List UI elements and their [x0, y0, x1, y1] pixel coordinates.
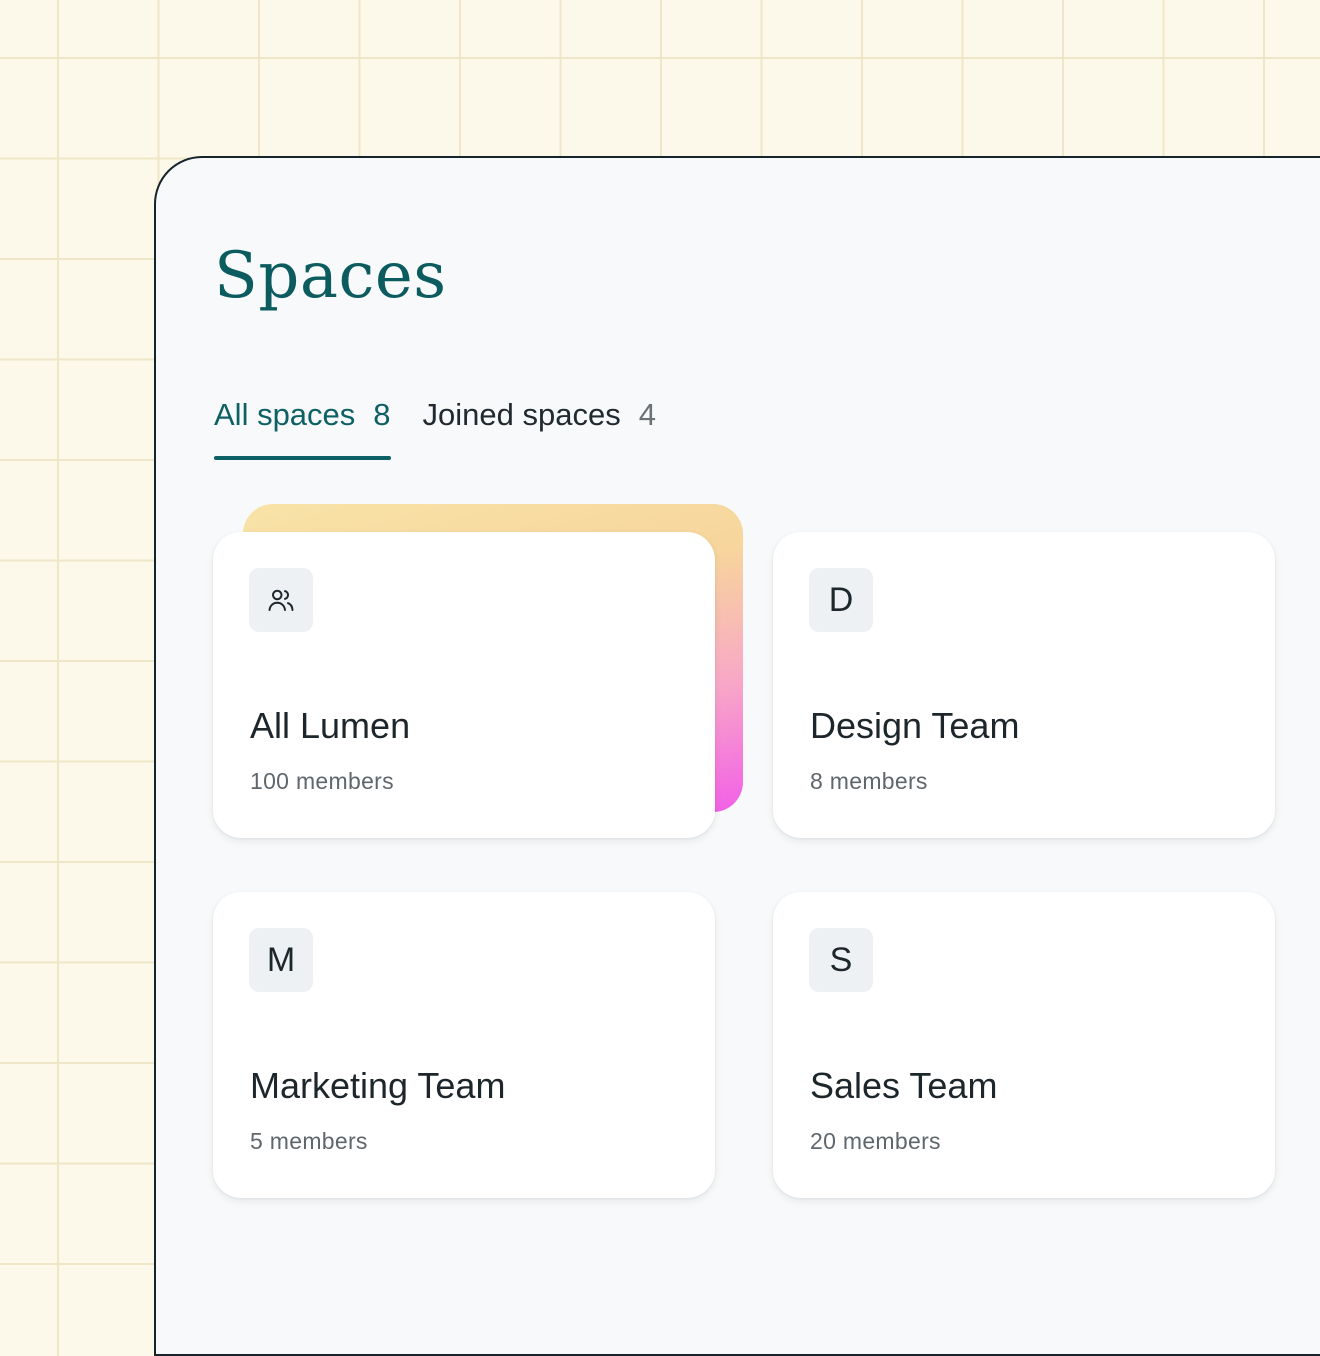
space-avatar: M — [249, 928, 313, 992]
tab-label: Joined spaces — [422, 397, 621, 432]
tab-all-spaces[interactable]: All spaces 8 — [214, 390, 391, 460]
tab-count: 8 — [373, 397, 391, 432]
space-avatar: S — [809, 928, 873, 992]
space-name: All Lumen — [250, 705, 411, 746]
space-avatar: D — [809, 568, 873, 632]
spaces-panel: Spaces All spaces 8 Joined spaces 4 All Lu… — [154, 156, 1320, 1356]
space-card-marketing-team[interactable]: M Marketing Team 5 members — [213, 892, 715, 1198]
space-name: Marketing Team — [250, 1065, 506, 1106]
member-count: 5 members — [250, 1128, 368, 1154]
space-card-design-team[interactable]: D Design Team 8 members — [773, 532, 1275, 838]
page-title: Spaces — [214, 239, 447, 313]
member-count: 20 members — [810, 1128, 941, 1154]
tab-bar: All spaces 8 Joined spaces 4 — [214, 390, 656, 460]
tab-count: 4 — [638, 397, 656, 432]
space-card-all-lumen[interactable]: All Lumen 100 members — [213, 532, 715, 838]
tab-label: All spaces — [214, 397, 356, 432]
space-name: Design Team — [810, 705, 1020, 746]
member-count: 100 members — [250, 768, 394, 794]
tab-joined-spaces[interactable]: Joined spaces 4 — [423, 390, 656, 440]
space-card-sales-team[interactable]: S Sales Team 20 members — [773, 892, 1275, 1198]
member-count: 8 members — [810, 768, 928, 794]
users-icon — [249, 568, 313, 632]
space-name: Sales Team — [810, 1065, 998, 1106]
